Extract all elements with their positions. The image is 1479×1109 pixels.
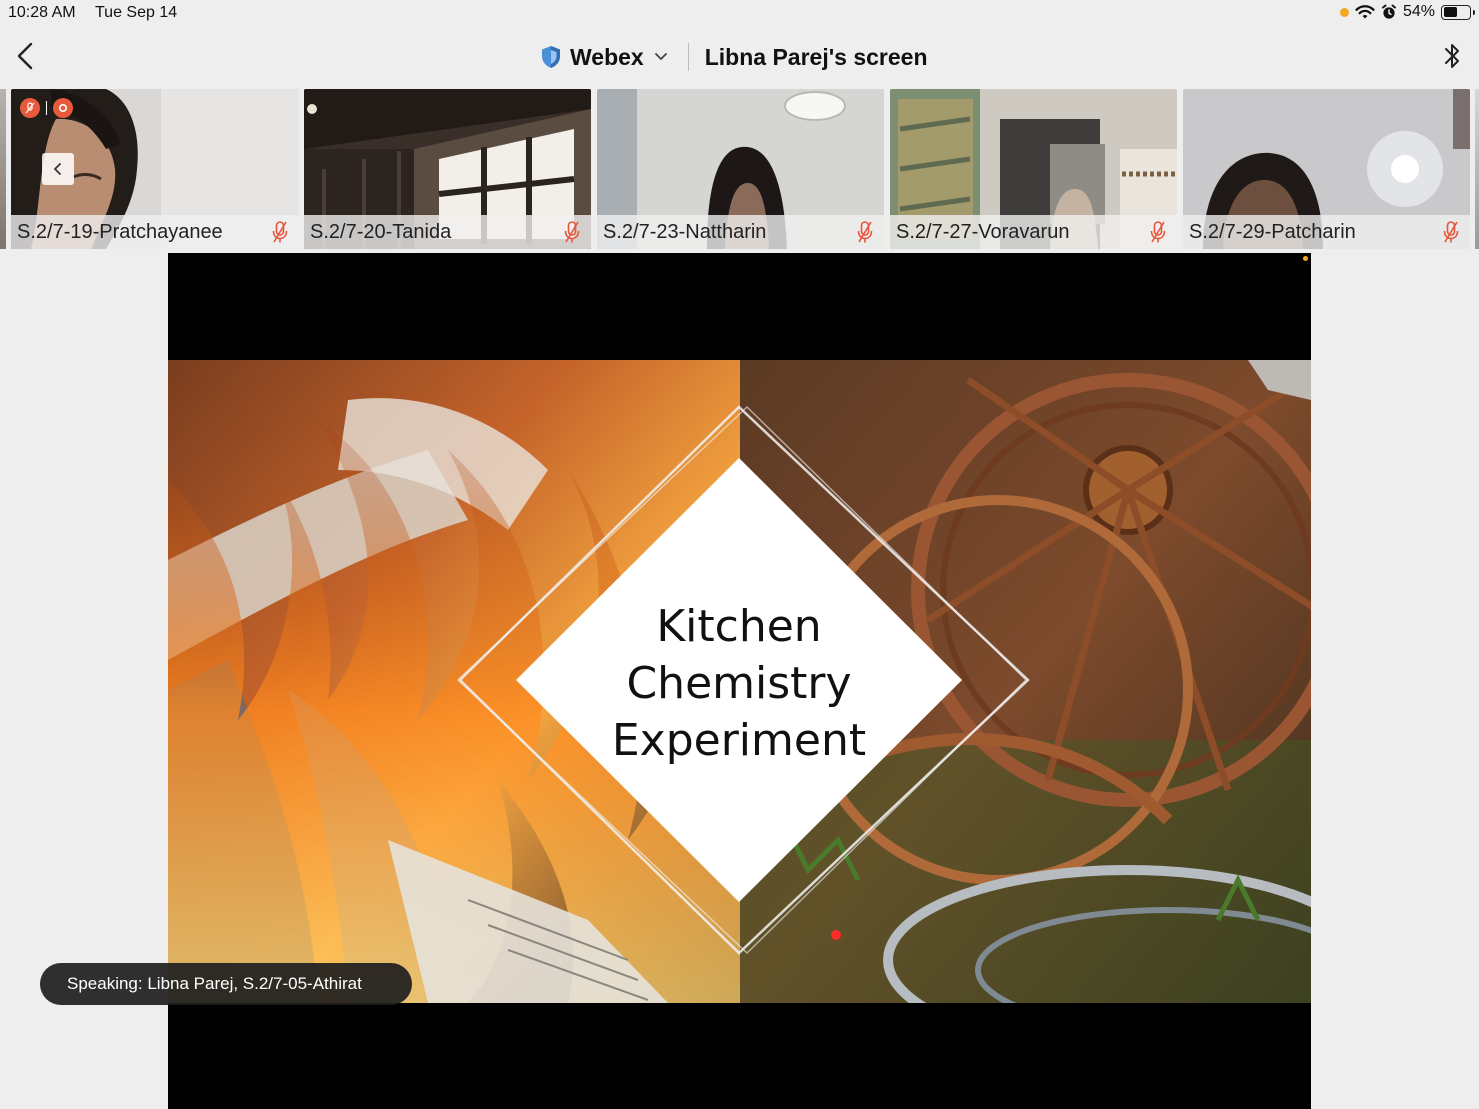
wifi-icon xyxy=(1355,5,1375,19)
back-chevron-icon[interactable] xyxy=(12,40,40,72)
webex-menu-button[interactable]: Webex xyxy=(540,44,668,71)
partial-tile-left xyxy=(0,89,6,249)
participant-strip: S.2/7-19-Pratchayanee S.2/7-20-Tanida S.… xyxy=(0,89,1479,249)
participant-name: S.2/7-19-Pratchayanee xyxy=(17,220,223,243)
indicator-divider xyxy=(46,101,47,115)
muted-mic-icon xyxy=(564,221,580,243)
recording-indicators xyxy=(20,98,73,118)
muted-mic-icon xyxy=(20,98,40,118)
record-icon xyxy=(53,98,73,118)
status-bar: 10:28 AM Tue Sep 14 54% xyxy=(0,0,1479,28)
status-time: 10:28 AM xyxy=(8,4,76,21)
battery-icon xyxy=(1441,4,1475,20)
chevron-left-icon xyxy=(54,163,61,175)
participant-name: S.2/7-23-Nattharin xyxy=(603,220,767,243)
muted-mic-icon xyxy=(1150,221,1166,243)
active-speaker-text: Speaking: Libna Parej, S.2/7-05-Athirat xyxy=(67,974,362,993)
presentation-slide: Kitchen Chemistry Experiment xyxy=(168,360,1311,1003)
participant-name-bar: S.2/7-27-Voravarun xyxy=(890,215,1177,249)
nav-bar: Webex Libna Parej's screen xyxy=(0,28,1479,86)
battery-percent: 54% xyxy=(1402,3,1435,20)
participant-name: S.2/7-29-Patcharin xyxy=(1189,220,1356,243)
bluetooth-icon[interactable] xyxy=(1441,40,1463,72)
nav-divider xyxy=(687,43,689,71)
chevron-down-icon xyxy=(654,53,667,60)
shield-icon xyxy=(542,46,560,68)
strip-previous-button[interactable] xyxy=(42,153,74,185)
participant-name-bar: S.2/7-23-Nattharin xyxy=(597,215,884,249)
participant-tile[interactable]: S.2/7-19-Pratchayanee xyxy=(11,89,299,249)
muted-mic-icon xyxy=(1443,221,1459,243)
status-indicators: 54% xyxy=(1339,3,1475,21)
participant-name-bar: S.2/7-19-Pratchayanee xyxy=(11,215,299,249)
sharing-indicator-icon xyxy=(1303,256,1308,261)
muted-mic-icon xyxy=(857,221,873,243)
participant-name: S.2/7-20-Tanida xyxy=(310,220,452,243)
status-date: Tue Sep 14 xyxy=(95,4,178,21)
participant-tile[interactable]: S.2/7-23-Nattharin xyxy=(597,89,884,249)
slide-title: Kitchen Chemistry Experiment xyxy=(539,598,939,769)
participant-name: S.2/7-27-Voravarun xyxy=(896,220,1070,243)
slide-title-line: Experiment xyxy=(611,715,867,766)
active-speaker-toast: Speaking: Libna Parej, S.2/7-05-Athirat xyxy=(40,963,412,1005)
privacy-indicator-icon xyxy=(1339,7,1349,17)
nav-title-group: Webex Libna Parej's screen xyxy=(540,40,928,74)
slide-title-line: Chemistry xyxy=(626,658,852,709)
participant-name-bar: S.2/7-20-Tanida xyxy=(304,215,591,249)
participant-tile[interactable]: S.2/7-20-Tanida xyxy=(304,89,591,249)
alarm-icon xyxy=(1381,4,1396,19)
slide-title-line: Kitchen xyxy=(656,601,822,652)
participant-name-bar: S.2/7-29-Patcharin xyxy=(1183,215,1470,249)
app-name: Webex xyxy=(570,43,644,70)
battery-level xyxy=(1443,7,1457,17)
muted-mic-icon xyxy=(272,221,288,243)
participant-tile[interactable]: S.2/7-27-Voravarun xyxy=(890,89,1177,249)
shared-screen-title: Libna Parej's screen xyxy=(704,43,928,70)
participant-tile[interactable]: S.2/7-29-Patcharin xyxy=(1183,89,1470,249)
partial-tile-right xyxy=(1475,89,1479,249)
